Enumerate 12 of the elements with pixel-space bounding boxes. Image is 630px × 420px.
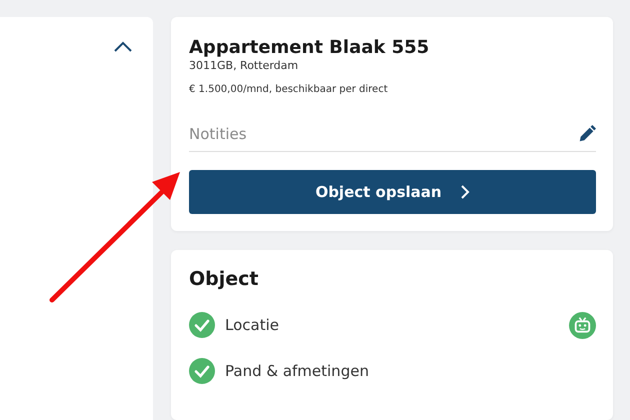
checklist-item[interactable]: Locatie [225,316,279,334]
chevron-up-icon[interactable] [113,41,133,53]
property-price: € 1.500,00/mnd, beschikbaar per direct [189,84,388,95]
section-title: Object [189,268,258,290]
robot-icon[interactable] [569,312,596,338]
property-title: Appartement Blaak 555 [189,37,430,58]
pencil-icon[interactable] [578,125,596,143]
notes-field[interactable]: Notities [189,125,578,143]
chevron-right-icon [460,185,470,199]
save-button[interactable]: Object opslaan [189,170,596,214]
checklist-item[interactable]: Pand & afmetingen [225,362,369,380]
property-address: 3011GB, Rotterdam [189,59,298,72]
